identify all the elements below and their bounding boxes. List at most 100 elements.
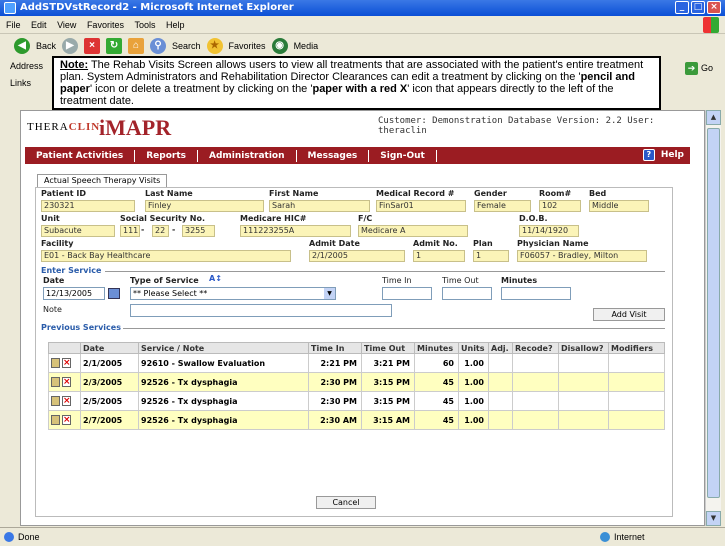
nav-patient-activities[interactable]: Patient Activities [25,149,136,162]
label-room: Room# [539,189,572,198]
help-label: Help [660,150,684,160]
menu-help[interactable]: Help [166,20,185,30]
type-of-service-select[interactable]: ** Please Select ** ▼ [130,287,336,300]
table-row: × 2/7/2005 92526 - Tx dysphagia 2:30 AM … [48,410,665,430]
menu-edit[interactable]: Edit [31,20,47,30]
field-admit-no: 1 [413,250,465,262]
field-first-name: Sarah [269,200,370,212]
scroll-down-icon[interactable]: ▼ [706,511,721,526]
col-minutes: Minutes [414,342,459,354]
delete-red-x-icon[interactable]: × [62,358,71,368]
maximize-button[interactable]: □ [691,1,705,14]
label-medicare: Medicare HIC# [240,214,307,223]
row-date: 2/5/2005 [80,391,139,411]
search-button[interactable]: Search [172,41,201,51]
sort-arrows-icon[interactable]: A↕ [209,274,222,283]
row-adj [488,410,513,430]
links-label[interactable]: Links [10,78,31,88]
ssn-dash-1: - [141,225,145,234]
nav-reports[interactable]: Reports [135,149,199,162]
search-icon[interactable]: ⚲ [150,38,167,54]
field-unit: Subacute [41,225,115,237]
calendar-icon[interactable] [108,288,120,299]
col-recode: Recode? [512,342,559,354]
row-time-out: 3:15 AM [361,410,415,430]
home-icon[interactable]: ⌂ [128,38,145,54]
label-plan: Plan [473,239,493,248]
add-visit-button[interactable]: Add Visit [593,308,665,321]
nav-sign-out[interactable]: Sign-Out [369,149,437,162]
zone-label: Internet [614,532,645,542]
vertical-scrollbar[interactable]: ▲ ▼ [705,110,721,526]
field-admit-date: 2/1/2005 [309,250,405,262]
menu-tools[interactable]: Tools [134,20,155,30]
label-facility: Facility [41,239,74,248]
scroll-thumb[interactable] [707,128,720,498]
type-of-service-value: ** Please Select ** [133,289,208,298]
refresh-icon[interactable]: ↻ [106,38,123,54]
menu-file[interactable]: File [6,20,21,30]
row-service: 92526 - Tx dysphagia [138,410,309,430]
field-fc: Medicare A [358,225,468,237]
date-input[interactable]: 12/13/2005 [43,287,105,300]
note-input[interactable] [130,304,392,317]
label-minutes: Minutes [501,276,538,285]
back-arrow-icon[interactable]: ◀ [14,38,30,54]
label-first-name: First Name [269,189,319,198]
close-button[interactable]: × [707,1,721,14]
status-bar: Done Internet [0,527,725,545]
customer-info: Customer: Demonstration Database Version… [378,116,655,136]
time-in-input[interactable] [382,287,432,300]
row-adj [488,353,513,373]
time-out-input[interactable] [442,287,492,300]
ssn-dash-2: - [172,225,176,234]
table-row: × 2/5/2005 92526 - Tx dysphagia 2:30 PM … [48,391,665,411]
row-minutes: 45 [414,391,459,411]
label-gender: Gender [474,189,507,198]
media-icon[interactable]: ◉ [271,38,288,54]
field-gender: Female [474,200,531,212]
forward-arrow-icon[interactable]: ▶ [62,38,79,54]
label-admit-date: Admit Date [309,239,360,248]
menu-view[interactable]: View [57,20,76,30]
nav-messages[interactable]: Messages [297,149,370,162]
browser-toolbar: ◀ Back ▶ × ↻ ⌂ ⚲ Search ★ Favorites ◉ Me… [0,35,725,57]
favorites-star-icon[interactable]: ★ [206,38,223,54]
tab-speech-therapy-visits[interactable]: Actual Speech Therapy Visits [37,174,168,187]
row-time-out: 3:15 PM [361,391,415,411]
menu-favorites[interactable]: Favorites [87,20,124,30]
delete-red-x-icon[interactable]: × [62,415,71,425]
label-date: Date [43,276,65,285]
delete-red-x-icon[interactable]: × [62,396,71,406]
stop-icon[interactable]: × [84,38,101,54]
scroll-up-icon[interactable]: ▲ [706,110,721,125]
help-button[interactable]: ? Help [642,149,684,161]
edit-pencil-paper-icon[interactable] [51,358,60,368]
edit-pencil-paper-icon[interactable] [51,396,60,406]
address-label: Address [10,61,44,71]
field-ssn-2: 22 [152,225,169,237]
table-header-row: Date Service / Note Time In Time Out Min… [48,342,665,354]
delete-red-x-icon[interactable]: × [62,377,71,387]
back-button[interactable]: Back [36,41,56,51]
row-date: 2/3/2005 [80,372,139,392]
menu-bar: File Edit View Favorites Tools Help [0,16,725,34]
label-unit: Unit [41,214,60,223]
row-disallow [558,353,609,373]
minimize-button[interactable]: _ [675,1,689,14]
nav-administration[interactable]: Administration [198,149,297,162]
label-ssn: Social Security No. [120,214,206,223]
label-time-out: Time Out [442,276,479,285]
edit-pencil-paper-icon[interactable] [51,415,60,425]
page-icon [4,532,14,542]
minutes-input[interactable] [501,287,571,300]
status-text: Done [18,532,40,542]
favorites-button[interactable]: Favorites [229,41,266,51]
row-adj [488,391,513,411]
cancel-button[interactable]: Cancel [316,496,376,509]
media-button[interactable]: Media [294,41,319,51]
col-adj: Adj. [488,342,513,354]
row-units: 1.00 [458,353,489,373]
edit-pencil-paper-icon[interactable] [51,377,60,387]
row-service: 92526 - Tx dysphagia [138,391,309,411]
